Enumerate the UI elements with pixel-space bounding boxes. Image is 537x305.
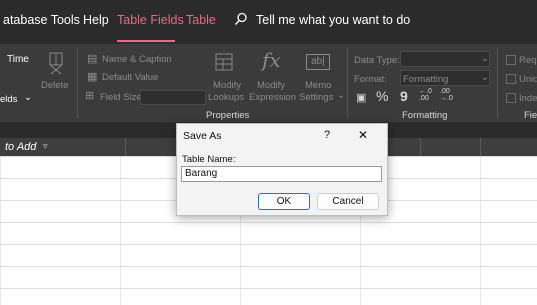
tell-me-search[interactable]: Tell me what you want to do — [256, 13, 410, 27]
group-separator — [77, 48, 78, 118]
ok-button[interactable]: OK — [258, 193, 310, 210]
modify-expression-label-1[interactable]: Modify — [257, 80, 285, 91]
data-type-label: Data Type: — [354, 55, 400, 66]
column-divider — [125, 138, 126, 156]
percent-button[interactable]: % — [376, 88, 388, 104]
modify-lookups-label-2[interactable]: Lookups — [208, 92, 244, 103]
time-label[interactable]: Time — [7, 54, 29, 65]
chevron-down-icon[interactable]: ⌄ — [24, 92, 32, 103]
menu-table[interactable]: Table — [186, 13, 216, 27]
cancel-button[interactable]: Cancel — [317, 193, 379, 210]
modify-lookups-label-1[interactable]: Modify — [213, 80, 241, 91]
default-value-icon: ▦ — [87, 71, 98, 83]
field-size-label: Field Size — [100, 92, 142, 103]
unique-label: Uniq — [519, 74, 537, 85]
chevron-down-icon: ⌄ — [481, 53, 489, 64]
properties-group-label: Properties — [206, 110, 250, 121]
chevron-down-icon: ⌄ — [481, 72, 489, 83]
default-value-button[interactable]: Default Value — [102, 72, 158, 83]
group-separator — [347, 48, 348, 118]
formatting-group-label: Formatting — [402, 110, 448, 121]
memo-settings-label-1[interactable]: Memo — [305, 80, 331, 91]
close-button[interactable]: ✕ — [358, 128, 368, 142]
name-caption-button[interactable]: Name & Caption — [102, 54, 172, 65]
required-label: Requ — [519, 55, 537, 66]
group-separator — [497, 48, 498, 118]
chevron-down-icon[interactable]: ⌄ — [337, 90, 345, 101]
chevron-down-icon[interactable]: ▿ — [43, 141, 48, 152]
dialog-title: Save As — [183, 130, 222, 142]
table-name-input[interactable]: Barang — [181, 166, 382, 182]
memo-settings-label-2[interactable]: Settings — [299, 92, 333, 103]
help-button[interactable]: ? — [324, 129, 330, 141]
comma-style-button[interactable]: 9 — [400, 88, 408, 104]
name-caption-icon: ▤ — [87, 53, 98, 65]
fx-icon: fx — [262, 48, 281, 72]
menu-help[interactable]: Help — [83, 13, 109, 27]
menu-database-tools[interactable]: atabase Tools — [3, 13, 80, 27]
table-name-label: Table Name: — [182, 154, 236, 165]
data-type-select[interactable] — [400, 51, 490, 67]
format-label: Format: — [354, 74, 387, 85]
field-validation-group-label: Fie — [524, 110, 537, 121]
modify-lookups-icon — [214, 52, 236, 79]
delete-column-icon[interactable] — [44, 51, 68, 80]
indexed-label: Inde — [519, 93, 537, 104]
click-to-add-header[interactable]: to Add — [5, 141, 36, 153]
active-tab-indicator — [117, 40, 175, 42]
column-divider — [480, 138, 481, 156]
save-as-dialog: Save As ? ✕ Table Name: Barang OK Cancel — [176, 123, 388, 216]
required-checkbox[interactable] — [506, 55, 516, 65]
memo-settings-icon: ab| — [306, 54, 330, 70]
menu-table-fields[interactable]: Table Fields — [117, 13, 184, 27]
column-divider — [420, 138, 421, 156]
field-size-icon: ⊞ — [85, 90, 95, 102]
increase-decimals-button[interactable]: ←.0 .00 — [419, 88, 432, 102]
currency-icon[interactable]: ▣ — [356, 91, 366, 104]
format-value: Formatting — [403, 74, 449, 85]
delete-label[interactable]: Delete — [41, 80, 68, 91]
search-icon[interactable] — [234, 12, 248, 31]
fields-label[interactable]: elds — [0, 94, 17, 105]
modify-expression-label-2[interactable]: Expression — [249, 92, 296, 103]
field-size-input[interactable] — [140, 90, 206, 105]
indexed-checkbox[interactable] — [506, 93, 516, 103]
unique-checkbox[interactable] — [506, 74, 516, 84]
decrease-decimals-button[interactable]: .00 →.0 — [440, 88, 453, 102]
